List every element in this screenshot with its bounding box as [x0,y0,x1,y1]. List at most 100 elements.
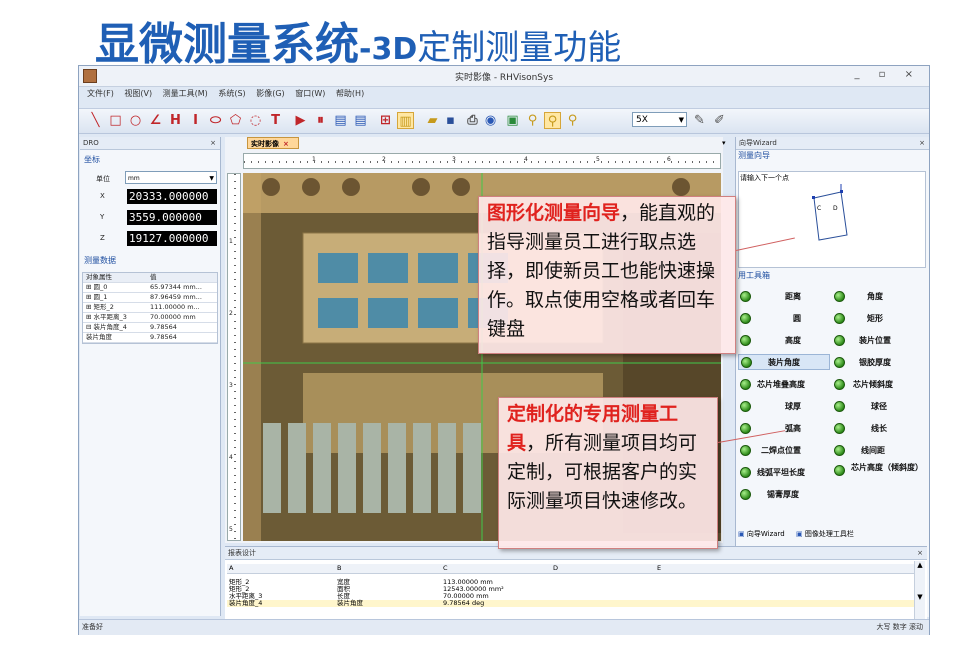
vdistance-tool-icon[interactable]: I [187,112,204,129]
status-indicators: 大写 数字 滚动 [876,623,923,631]
tool-circle[interactable]: 圆 [740,313,801,324]
axis-y-label: Y [100,213,105,221]
panel-menu-icon[interactable]: ▾ [722,139,726,147]
tool-stack-height[interactable]: 芯片堆叠高度 [740,379,805,390]
pause-icon[interactable]: ⏸ [312,112,329,129]
tool-dot-icon [834,335,845,346]
svg-text:D: D [833,205,838,212]
menu-measure[interactable]: 测量工具(M) [163,89,208,98]
line-tool-icon[interactable]: ╲ [87,112,104,129]
tool-icon[interactable]: ✐ [711,112,728,129]
zoom-fit-icon[interactable]: ⚲ [564,112,581,129]
tool-height[interactable]: 高度 [740,335,801,346]
dro-header: DRO × [80,137,220,150]
callout-guide: 图形化测量向导，能直观的指导测量员工进行取点选择，即使新员工也能快速操作。取点使… [478,196,736,354]
table-row[interactable]: ⊞ 水平距离_3 70.00000 mm [83,313,217,323]
text-tool-icon[interactable]: T [267,112,284,129]
tool-rectangle[interactable]: 矩形 [834,313,883,324]
slide-title: 显微测量系统-3D定制测量功能 [95,8,621,72]
table-row[interactable]: ⊟ 装片角度_4 9.78564 [83,323,217,333]
table-row[interactable]: 矩形_2 面积 12543.00000 mm² [227,586,915,593]
tool-wire-flat-length[interactable]: 线弧平坦长度 [740,467,805,478]
tool-distance[interactable]: 距离 [740,291,801,302]
tool-angle[interactable]: 角度 [834,291,883,302]
window-controls[interactable]: _ ▫ × [854,69,921,80]
open-icon[interactable]: ▰ [424,112,441,129]
menu-window[interactable]: 窗口(W) [295,89,325,98]
menu-bar: 文件(F) 视图(V) 测量工具(M) 系统(S) 影像(G) 窗口(W) 帮助… [79,88,929,106]
menu-file[interactable]: 文件(F) [87,89,114,98]
save-image-icon[interactable]: ▤ [352,112,369,129]
close-icon[interactable]: × [919,137,925,149]
menu-help[interactable]: 帮助(H) [336,89,364,98]
tool-wire-spacing[interactable]: 线间距 [834,445,885,456]
report-scrollbar[interactable]: ▲ ▼ [914,561,925,619]
table-row[interactable]: 水平距离_3 长度 70.00000 mm [227,593,915,600]
measure-data-table: 对象属性值 ⊞ 圆_0 65.97344 mm... ⊞ 圆_1 87.96459 … [82,272,218,344]
table-row[interactable]: 装片角度 9.78564 [83,333,217,343]
tool-dot-icon [740,291,751,302]
dro-panel: DRO × 坐标 单位 mm ▼ X 20333.000000 Y 3559.000… [80,137,221,616]
zoom-in-icon[interactable]: ⚲ [544,112,561,129]
tool-mount-position[interactable]: 装片位置 [834,335,891,346]
close-icon[interactable]: × [210,137,216,149]
circle-tool-icon[interactable]: ○ [127,112,144,129]
tool-chip-height[interactable]: 芯片高度（倾斜度） [834,463,928,476]
arc-tool-icon[interactable]: ◌ [247,112,264,129]
tool-dot-icon [834,465,845,476]
chevron-down-icon: ▼ [917,593,923,601]
ellipse-tool-icon[interactable]: ⬭ [207,112,224,129]
hdistance-tool-icon[interactable]: H [167,112,184,129]
save-icon[interactable]: ▪ [442,112,459,129]
tab-image-tools[interactable]: ▣ 图像处理工具栏 [796,529,854,539]
unit-label: 单位 [96,175,110,183]
tool-dot-icon [740,467,751,478]
wizard-panel: 向导Wizard × 测量向导 请输入下一个点 D C 用工具箱 距离 角度 圆 … [735,137,929,617]
report-columns: A B C D E [227,564,915,574]
tool-dot-icon [740,313,751,324]
menu-system[interactable]: 系统(S) [218,89,245,98]
tool-ball-thickness[interactable]: 球厚 [740,401,801,412]
tool-wire-length[interactable]: 线长 [834,423,887,434]
ruler-icon[interactable]: ▥ [397,112,414,129]
tool-silver-thickness[interactable]: 银胶厚度 [834,357,891,368]
unit-select[interactable]: mm ▼ [125,171,217,184]
tab-wizard[interactable]: ▣ 向导Wizard [738,529,785,539]
wand-icon[interactable]: ✎ [691,112,708,129]
tool-ball-diameter[interactable]: 球径 [834,401,887,412]
snapshot-icon[interactable]: ▤ [332,112,349,129]
excel-icon[interactable]: ▣ [504,112,521,129]
angle-tool-icon[interactable]: ∠ [147,112,164,129]
report-panel: 报表设计 × A B C D E 矩形_2 宽度 113.00000 mm 矩形_2 面… [225,546,927,622]
menu-view[interactable]: 视图(V) [124,89,152,98]
tool-paste-thickness[interactable]: 锡膏厚度 [740,489,799,500]
table-row[interactable]: ⊞ 矩形_2 111.00000 m... [83,303,217,313]
play-icon[interactable]: ▶ [292,112,309,129]
table-header: 对象属性值 [83,273,217,283]
close-icon[interactable]: × [283,140,289,148]
data-section-title: 测量数据 [84,256,116,265]
menu-image[interactable]: 影像(G) [256,89,284,98]
slide-title-sub: 定制测量功能 [417,28,622,68]
zoom-select[interactable]: 5X ▼ [632,112,687,127]
close-icon[interactable]: × [917,547,923,559]
print-icon[interactable]: ⎙ [464,112,481,129]
tool-mount-angle[interactable]: 装片角度 [738,354,830,370]
z-coord-value: 19127.000000 [127,231,217,246]
rect-tool-icon[interactable]: □ [107,112,124,129]
axis-z-label: Z [100,234,105,242]
toolbox: 距离 角度 圆 矩形 高度 装片位置 装片角度 银胶厚度 芯片堆叠高度 芯片倾斜… [736,283,928,523]
table-row[interactable]: 装片角度_4 装片角度 9.78564 deg [227,600,915,607]
table-row[interactable]: 矩形_2 宽度 113.00000 mm [227,579,915,586]
table-row[interactable]: ⊞ 圆_0 65.97344 mm... [83,283,217,293]
tool-second-bond[interactable]: 二焊点位置 [740,445,801,456]
grid-icon[interactable]: ⊞ [377,112,394,129]
tool-dot-icon [834,379,845,390]
help-icon[interactable]: ◉ [482,112,499,129]
coord-section-title: 坐标 [84,155,100,164]
table-row[interactable]: ⊞ 圆_1 87.96459 mm... [83,293,217,303]
tool-chip-tilt[interactable]: 芯片倾斜度 [834,379,893,390]
tab-live-image[interactable]: 实时影像 × [247,137,299,149]
zoom-out-icon[interactable]: ⚲ [524,112,541,129]
polygon-tool-icon[interactable]: ⬠ [227,112,244,129]
